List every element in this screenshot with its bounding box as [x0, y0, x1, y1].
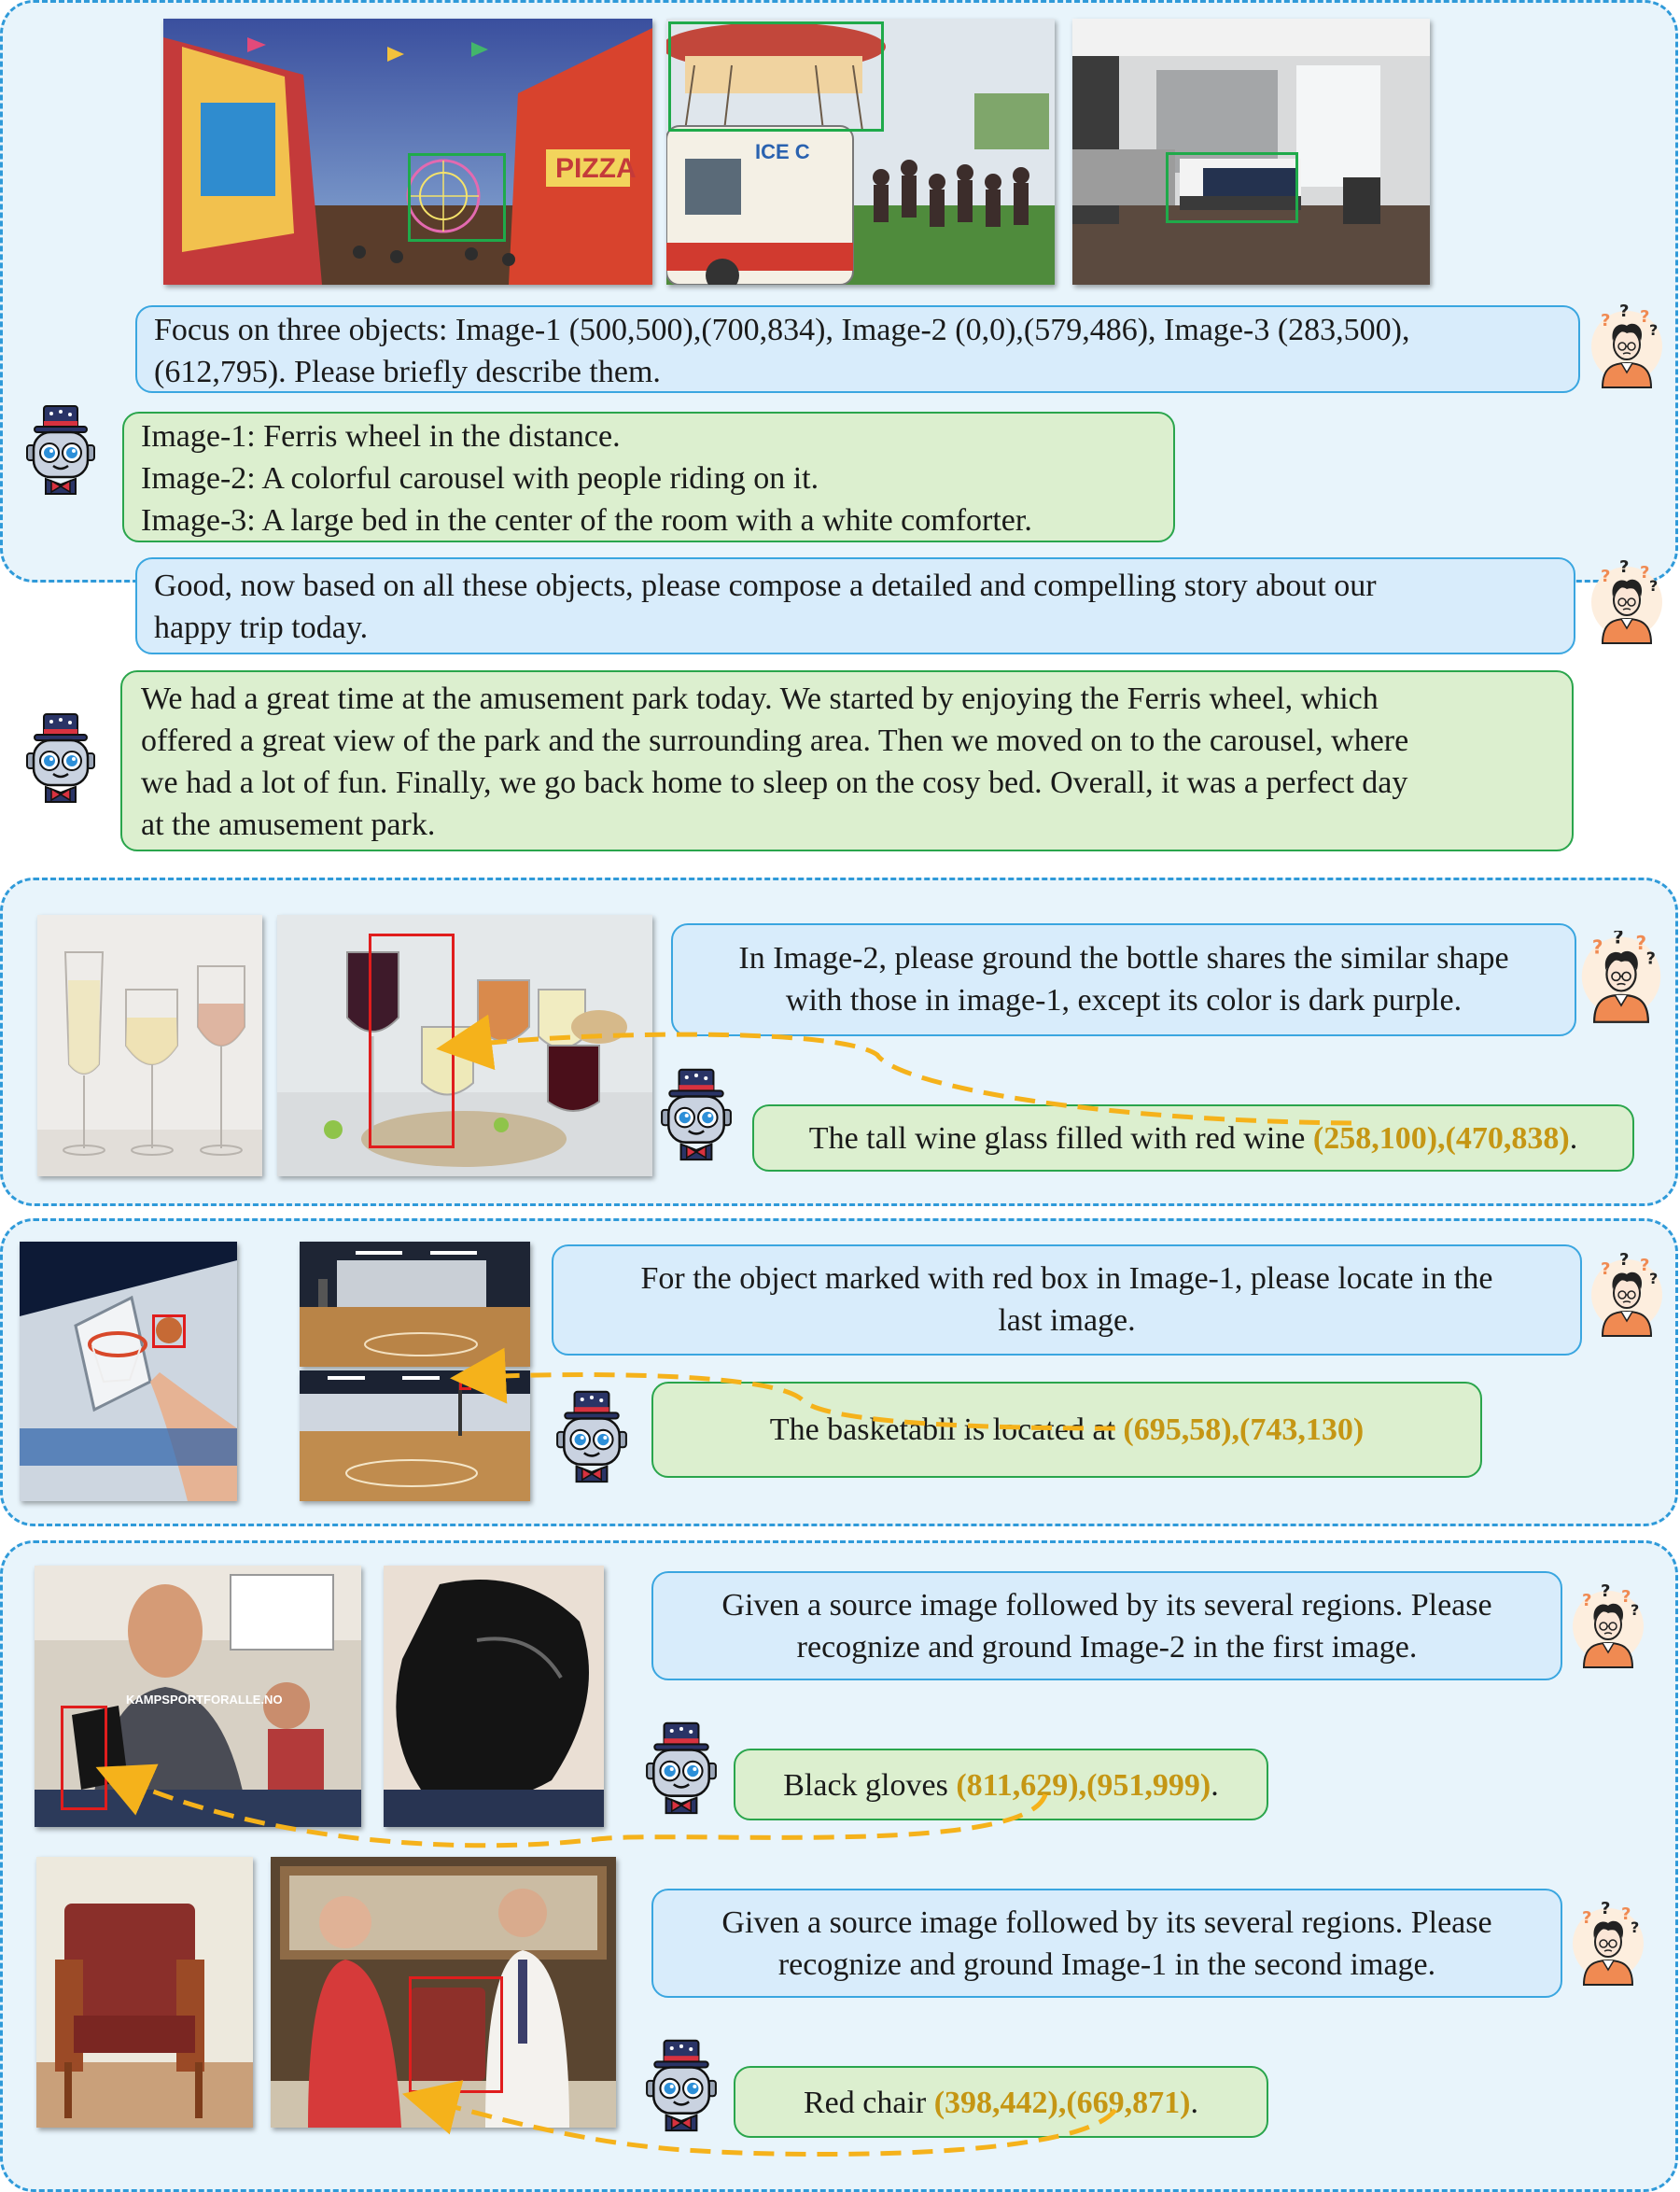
gym-court-image-a: [300, 1242, 530, 1367]
message-line: Given a source image followed by its sev…: [721, 1588, 1492, 1623]
message-line: In Image-2, please ground the bottle sha…: [738, 941, 1509, 976]
example-panel-1: PIZZA ICE C Focus on three objects: Imag…: [0, 0, 1678, 851]
message-line: Image-2: A colorful carousel with people…: [141, 461, 819, 496]
user-confused-icon: [1578, 931, 1664, 1024]
carnival-photo: PIZZA: [163, 19, 652, 285]
user-confused-icon: [1589, 303, 1664, 391]
robot-top-hat-icon: [553, 1389, 630, 1486]
champagne-glasses-photo: [37, 915, 262, 1176]
answer-text: Black gloves: [783, 1768, 957, 1803]
boxer-photo: KAMPSPORTFORALLE.NO: [35, 1566, 361, 1827]
user-message-chair-query: Given a source image followed by its sev…: [651, 1889, 1562, 1998]
wine-glass-bounding-box: [369, 934, 455, 1148]
message-line: Given a source image followed by its sev…: [721, 1905, 1492, 1940]
answer-text: The basketabll is located at: [769, 1412, 1124, 1447]
answer-coordinates: (811,629),(951,999): [956, 1768, 1211, 1803]
robot-top-hat-icon: [643, 2038, 720, 2135]
user-message-story-request: Good, now based on all these objects, pl…: [135, 557, 1575, 654]
user-confused-icon: [1589, 1249, 1664, 1342]
gloves-bounding-box: [61, 1706, 107, 1810]
message-line: we had a lot of fun. Finally, we go back…: [141, 766, 1408, 800]
user-message-grounding-query: Focus on three objects: Image-1 (500,500…: [135, 305, 1580, 393]
fairground-photo: ICE C: [666, 19, 1055, 285]
message-line: at the amusement park.: [141, 808, 436, 842]
message-line: recognize and ground Image-2 in the firs…: [796, 1630, 1418, 1665]
assistant-message-descriptions: Image-1: Ferris wheel in the distance. I…: [122, 412, 1175, 542]
carousel-bounding-box: [668, 21, 884, 132]
answer-coordinates: (258,100),(470,838): [1312, 1121, 1570, 1156]
wine-glasses-image: [277, 915, 652, 1176]
gym-court-photo-a: [300, 1242, 530, 1367]
answer-period: .: [1190, 2086, 1199, 2120]
assistant-message-gloves-answer: Black gloves (811,629),(951,999).: [734, 1749, 1268, 1820]
answer-text: The tall wine glass filled with red wine: [808, 1121, 1313, 1156]
robot-top-hat-icon: [643, 1721, 720, 1818]
three-glasses-image: [37, 915, 262, 1176]
carnival-scene-image: PIZZA: [163, 19, 652, 285]
message-line: Image-1: Ferris wheel in the distance.: [141, 419, 621, 454]
user-message-basketball-query: For the object marked with red box in Im…: [552, 1244, 1582, 1356]
message-line: offered a great view of the park and the…: [141, 724, 1409, 758]
basketball-hoop-image: [20, 1242, 237, 1501]
robot-top-hat-icon: [23, 712, 98, 806]
message-line: Focus on three objects: Image-1 (500,500…: [154, 313, 1410, 347]
example-panel-2: In Image-2, please ground the bottle sha…: [0, 878, 1678, 1206]
message-line: with those in image-1, except its color …: [785, 983, 1463, 1018]
message-line: We had a great time at the amusement par…: [141, 681, 1379, 716]
user-message-wine-query: In Image-2, please ground the bottle sha…: [671, 923, 1576, 1036]
robot-top-hat-icon: [658, 1067, 735, 1164]
message-line: last image.: [998, 1303, 1136, 1338]
example-panel-3: For the object marked with red box in Im…: [0, 1218, 1678, 1526]
message-line: recognize and ground Image-1 in the seco…: [777, 1947, 1436, 1982]
gloves-crop-photo: [384, 1566, 604, 1827]
bed-bounding-box: [1166, 152, 1298, 223]
ferris-wheel-bounding-box: [408, 153, 506, 242]
assistant-message-story: We had a great time at the amusement par…: [120, 670, 1574, 851]
answer-coordinates: (398,442),(669,871): [933, 2086, 1191, 2120]
message-line: happy trip today.: [154, 611, 369, 645]
message-line: For the object marked with red box in Im…: [640, 1261, 1493, 1296]
wine-table-photo: [277, 915, 652, 1176]
gym-court-photo-b: [300, 1370, 530, 1501]
answer-period: .: [1569, 1121, 1578, 1156]
basketball-located-box: [459, 1376, 471, 1390]
assistant-message-wine-answer: The tall wine glass filled with red wine…: [752, 1104, 1634, 1172]
user-message-gloves-query: Given a source image followed by its sev…: [651, 1571, 1562, 1680]
robot-top-hat-icon: [23, 404, 98, 498]
basketball-marker-box: [152, 1314, 186, 1348]
svg-text:PIZZA: PIZZA: [555, 153, 637, 184]
watermark-text: KAMPSPORTFORALLE.NO: [126, 1693, 283, 1707]
user-confused-icon: [1589, 557, 1664, 649]
answer-text: Red chair: [803, 2086, 934, 2120]
gym-court-image-b: [300, 1370, 530, 1501]
red-chair-image: [36, 1857, 253, 2128]
bedroom-photo: [1072, 19, 1430, 285]
black-gloves-image: [384, 1566, 604, 1827]
answer-period: .: [1211, 1768, 1219, 1803]
assistant-message-basketball-answer: The basketabll is located at (695,58),(7…: [651, 1382, 1482, 1478]
user-confused-icon: [1571, 1898, 1645, 1991]
message-line: (612,795). Please briefly describe them.: [154, 355, 661, 389]
message-line: Good, now based on all these objects, pl…: [154, 569, 1377, 603]
people-talking-photo: [271, 1857, 616, 2128]
user-confused-icon: [1571, 1581, 1645, 1674]
svg-text:ICE C: ICE C: [755, 140, 810, 163]
example-panel-4: KAMPSPORTFORALLE.NO Given a source image…: [0, 1540, 1678, 2192]
red-chair-crop-photo: [36, 1857, 253, 2128]
chair-bounding-box: [409, 1976, 503, 2093]
message-line: Image-3: A large bed in the center of th…: [141, 503, 1032, 538]
assistant-message-chair-answer: Red chair (398,442),(669,871).: [734, 2066, 1268, 2138]
answer-coordinates: (695,58),(743,130): [1123, 1412, 1365, 1447]
hoop-closeup-photo: [20, 1242, 237, 1501]
